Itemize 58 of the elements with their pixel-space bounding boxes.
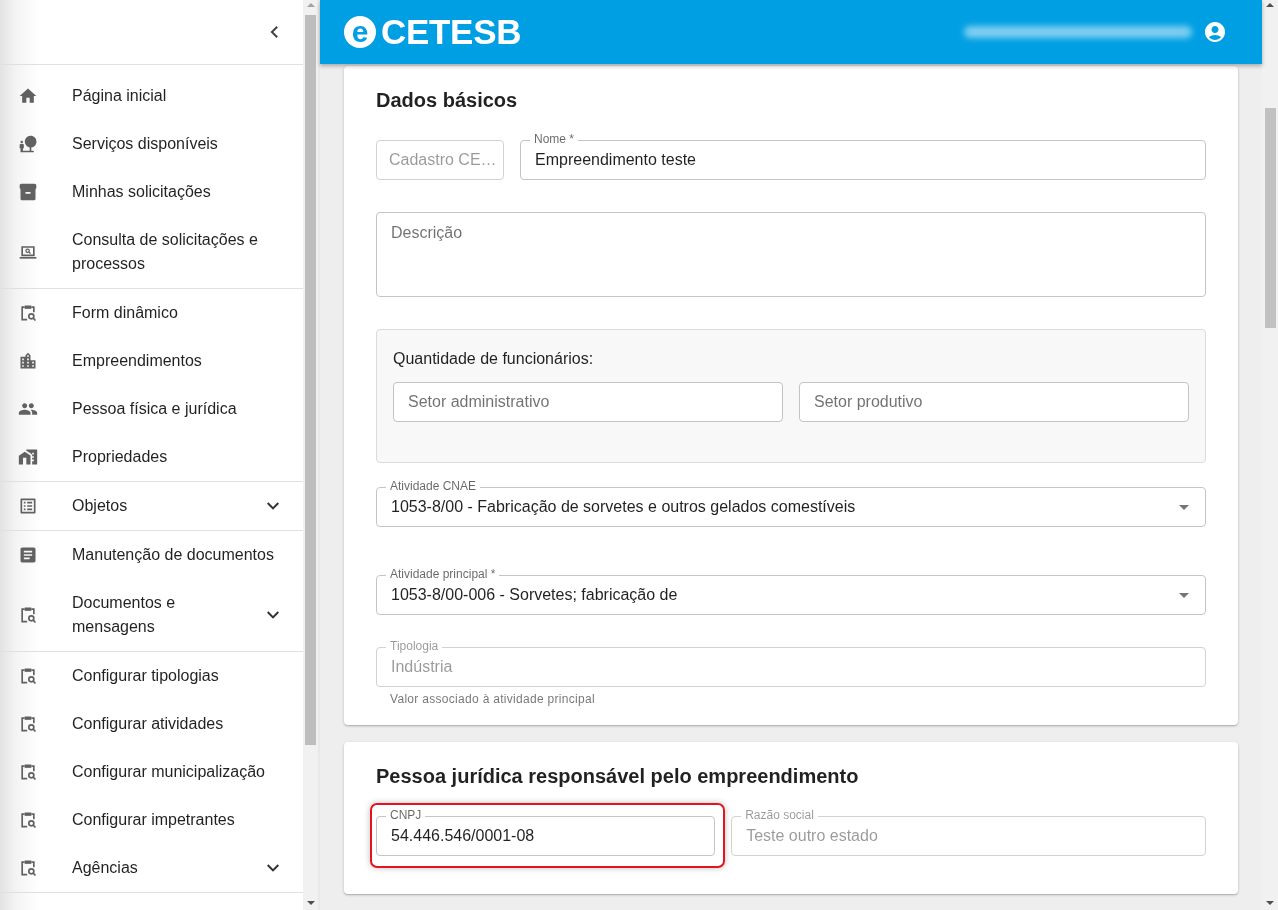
- document-icon: [18, 545, 38, 565]
- field-label: CNPJ: [386, 808, 426, 822]
- nav-item[interactable]: Propriedades: [0, 433, 303, 481]
- field-label: Nome *: [530, 132, 578, 146]
- logo-mark: e: [344, 16, 376, 48]
- field-label: Atividade CNAE: [386, 479, 481, 493]
- buildings-icon: [18, 351, 38, 371]
- field-label: Atividade principal *: [386, 567, 500, 581]
- nav-item[interactable]: Objetos: [0, 482, 303, 530]
- scroll-up-icon[interactable]: [1266, 3, 1274, 7]
- clipboard-search-icon: [18, 810, 38, 830]
- chevron-down-icon[interactable]: [267, 864, 279, 872]
- clipboard-search-icon: [18, 762, 38, 782]
- logo-text: CETESB: [381, 13, 522, 51]
- nav-item[interactable]: Serviços disponíveis: [0, 120, 303, 168]
- nav-item[interactable]: Consulta de solicitações e processos: [0, 216, 303, 288]
- clipboard-search-icon: [18, 605, 38, 625]
- scroll-down-icon[interactable]: [306, 901, 315, 905]
- chevron-left-icon[interactable]: [269, 26, 278, 38]
- chevron-down-icon[interactable]: [267, 611, 279, 619]
- dropdown-arrow-icon[interactable]: [1179, 504, 1189, 510]
- section-title: Pessoa jurídica responsável pelo empreendimento: [376, 764, 860, 788]
- textarea-field[interactable]: Descrição: [376, 212, 1206, 297]
- scroll-down-icon[interactable]: [1266, 901, 1274, 905]
- nav-item[interactable]: Manutenção de documentos: [0, 531, 303, 579]
- nav-item[interactable]: Minhas solicitações: [0, 168, 303, 216]
- nav-item[interactable]: Agências: [0, 844, 303, 892]
- clipboard-search-icon: [18, 303, 38, 323]
- scrollbar-thumb[interactable]: [1264, 108, 1276, 328]
- list-icon: [18, 496, 38, 516]
- nav-item[interactable]: Configurar municipalização: [0, 748, 303, 796]
- dropdown-arrow-icon[interactable]: [1179, 592, 1189, 598]
- scrollbar[interactable]: [303, 0, 320, 910]
- account-icon[interactable]: [1205, 22, 1225, 42]
- nav-item[interactable]: Empreendimentos: [0, 337, 303, 385]
- section-title: Dados básicos: [376, 88, 519, 112]
- nav-item[interactable]: Pessoa física e jurídica: [0, 385, 303, 433]
- helper-text: Valor associado à atividade principal: [389, 691, 596, 707]
- nav-item[interactable]: Configurar tipologias: [0, 652, 303, 700]
- nav-item[interactable]: Configurar atividades: [0, 700, 303, 748]
- text-field[interactable]: Setor produtivo: [799, 382, 1189, 422]
- field-label: Tipologia: [386, 639, 443, 653]
- clipboard-search-icon: [18, 714, 38, 734]
- field-label: Razão social: [741, 808, 818, 822]
- clipboard-search-icon: [18, 666, 38, 686]
- archive-box-icon: [18, 182, 38, 202]
- nav-item[interactable]: Form dinâmico: [0, 289, 303, 337]
- nav-item[interactable]: Documentos e mensagens: [0, 579, 303, 651]
- clipboard-search-icon: [18, 858, 38, 878]
- chevron-down-icon[interactable]: [267, 502, 279, 510]
- nav-item[interactable]: Página inicial: [0, 72, 303, 120]
- person-tree-icon: [18, 134, 38, 154]
- home-icon: [18, 86, 38, 106]
- scrollbar-thumb[interactable]: [305, 15, 316, 745]
- panel-title: Quantidade de funcionários:: [393, 349, 595, 369]
- house-building-icon: [18, 447, 38, 467]
- nav-item[interactable]: Configurar impetrantes: [0, 796, 303, 844]
- text-field[interactable]: Setor administrativo: [393, 382, 783, 422]
